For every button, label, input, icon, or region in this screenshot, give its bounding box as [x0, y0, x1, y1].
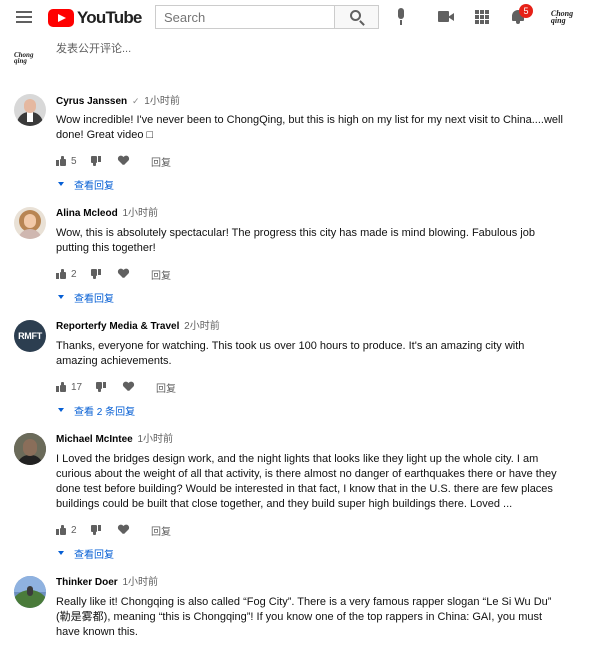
youtube-play-icon — [48, 9, 74, 27]
view-replies-button[interactable]: 查看回复 — [56, 546, 564, 561]
microphone-icon[interactable] — [396, 8, 406, 26]
comment-actions: 17 回复 — [56, 379, 564, 395]
add-comment-section: Chong qing 发表公开评论... — [14, 40, 574, 74]
search-input[interactable] — [156, 6, 335, 28]
heart-icon — [118, 269, 129, 279]
comment-input[interactable]: 发表公开评论... — [56, 40, 574, 55]
comment-timestamp[interactable]: 2小时前 — [184, 321, 220, 332]
like-button[interactable]: 2 — [56, 522, 77, 538]
comment-timestamp[interactable]: 1小时前 — [122, 208, 158, 219]
dislike-button[interactable] — [91, 266, 101, 282]
caret-down-icon — [58, 551, 64, 555]
thumbs-up-icon — [56, 156, 66, 166]
comment-body: Michael McIntee 1小时前 I Loved the bridges… — [56, 433, 564, 561]
comment-timestamp[interactable]: 1小时前 — [144, 96, 180, 107]
comment-body: Alina Mcleod 1小时前 Wow, this is absolutel… — [56, 207, 564, 305]
like-button[interactable]: 5 — [56, 153, 77, 169]
author-name[interactable]: Michael McIntee — [56, 434, 133, 445]
youtube-logo[interactable]: YouTube — [48, 8, 142, 28]
heart-button[interactable] — [118, 153, 129, 169]
caret-down-icon — [58, 295, 64, 299]
comment-body: Cyrus Janssen ✓ 1小时前 Wow incredible! I'v… — [56, 94, 564, 192]
reply-button[interactable]: 回复 — [151, 266, 171, 282]
account-avatar[interactable]: Chong qing — [551, 8, 573, 28]
view-replies-label: 查看回复 — [74, 293, 114, 305]
like-count: 5 — [71, 155, 77, 167]
author-avatar[interactable]: RMFT — [14, 320, 46, 352]
reply-button[interactable]: 回复 — [156, 379, 176, 395]
like-button[interactable]: 2 — [56, 266, 77, 282]
heart-button[interactable] — [118, 522, 129, 538]
thumbs-up-icon — [56, 269, 66, 279]
heart-icon — [118, 525, 129, 535]
thumbs-down-icon — [91, 269, 101, 279]
reply-button[interactable]: 回复 — [151, 153, 171, 169]
current-user-avatar: Chong qing — [14, 44, 44, 74]
author-avatar[interactable] — [14, 207, 46, 239]
heart-icon — [123, 382, 134, 392]
avatar-initials: RMFT — [18, 331, 42, 341]
view-replies-label: 查看 2 条回复 — [74, 406, 136, 418]
apps-grid-icon[interactable] — [475, 10, 489, 24]
comment-text: Wow, this is absolutely spectacular! The… — [56, 227, 535, 254]
view-replies-button[interactable]: 查看回复 — [56, 177, 564, 192]
like-count: 17 — [71, 381, 83, 393]
create-video-icon[interactable] — [438, 11, 454, 23]
heart-button[interactable] — [118, 266, 129, 282]
thumbs-up-icon — [56, 382, 66, 392]
author-name[interactable]: Alina Mcleod — [56, 208, 118, 219]
comment-body: Reporterfy Media & Travel 2小时前 Thanks, e… — [56, 320, 564, 418]
masthead: YouTube 5 Chong qing — [0, 0, 590, 36]
comment-actions: 2 回复 — [56, 266, 564, 282]
comment-text: Really like it! Chongqing is also called… — [56, 596, 552, 638]
heart-button[interactable] — [123, 379, 134, 395]
thumbs-down-icon — [96, 382, 106, 392]
reply-button[interactable]: 回复 — [151, 522, 171, 538]
view-replies-label: 查看回复 — [74, 180, 114, 192]
chongqing-logo-text: Chong qing — [14, 51, 34, 65]
like-count: 2 — [71, 524, 77, 536]
comment-text: Wow incredible! I've never been to Chong… — [56, 114, 563, 141]
logo-text: YouTube — [77, 8, 142, 27]
comment-body: Thinker Doer 1小时前 Really like it! Chongq… — [56, 576, 564, 640]
dislike-button[interactable] — [91, 153, 101, 169]
like-count: 2 — [71, 268, 77, 280]
view-replies-button[interactable]: 查看 2 条回复 — [56, 403, 564, 418]
thumbs-down-icon — [91, 525, 101, 535]
search-field[interactable] — [155, 5, 335, 29]
dislike-button[interactable] — [91, 522, 101, 538]
search-icon — [349, 10, 361, 21]
view-replies-button[interactable]: 查看回复 — [56, 290, 564, 305]
comment-timestamp[interactable]: 1小时前 — [122, 577, 158, 588]
comment-text: I Loved the bridges design work, and the… — [56, 453, 557, 510]
view-replies-label: 查看回复 — [74, 549, 114, 561]
notification-count-badge: 5 — [519, 4, 533, 18]
author-avatar[interactable] — [14, 433, 46, 465]
author-name[interactable]: Thinker Doer — [56, 577, 118, 588]
like-button[interactable]: 17 — [56, 379, 82, 395]
caret-down-icon — [58, 182, 64, 186]
comment-text: Thanks, everyone for watching. This took… — [56, 340, 525, 367]
caret-down-icon — [58, 408, 64, 412]
search-button[interactable] — [334, 5, 379, 29]
comment-actions: 5 回复 — [56, 153, 564, 169]
comment-timestamp[interactable]: 1小时前 — [137, 434, 173, 445]
verified-check-icon: ✓ — [131, 96, 140, 106]
dislike-button[interactable] — [96, 379, 106, 395]
menu-icon[interactable] — [16, 11, 32, 23]
author-avatar[interactable] — [14, 94, 46, 126]
chongqing-logo-text: Chong qing — [550, 9, 574, 25]
author-name[interactable]: Reporterfy Media & Travel — [56, 321, 179, 332]
comment-actions: 2 回复 — [56, 522, 564, 538]
thumbs-up-icon — [56, 525, 66, 535]
heart-icon — [118, 156, 129, 166]
author-avatar[interactable] — [14, 576, 46, 608]
author-name[interactable]: Cyrus Janssen — [56, 96, 127, 107]
thumbs-down-icon — [91, 156, 101, 166]
